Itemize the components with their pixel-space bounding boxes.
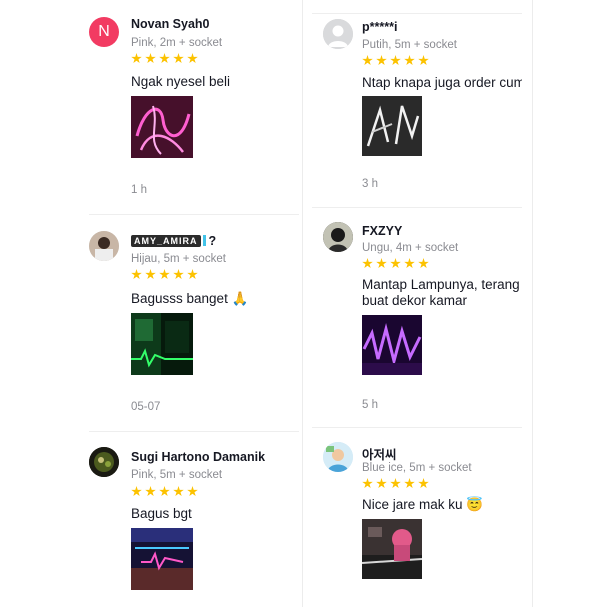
review-photo[interactable]	[362, 96, 422, 156]
star-icon	[187, 269, 198, 280]
variant-label: Blue ice, 5m + socket	[362, 462, 472, 474]
star-icon	[131, 53, 142, 64]
star-icon	[390, 258, 401, 269]
star-rating	[131, 486, 198, 497]
star-rating	[131, 53, 198, 64]
reviewer-name: AMY_AMIRA?	[131, 234, 216, 248]
reviewer-name: 아저씨	[362, 448, 397, 462]
variant-label: Pink, 2m + socket	[131, 37, 223, 49]
star-rating	[362, 55, 429, 66]
avatar[interactable]	[89, 231, 119, 261]
variant-label: Hijau, 5m + socket	[131, 253, 226, 265]
review-card: 아저씨 Blue ice, 5m + socket Nice jare mak …	[310, 429, 532, 607]
star-icon	[131, 486, 142, 497]
star-icon	[390, 478, 401, 489]
star-icon	[390, 55, 401, 66]
review-comment: Bagus bgt	[131, 506, 192, 521]
star-icon	[418, 258, 429, 269]
star-icon	[376, 478, 387, 489]
divider	[312, 427, 522, 428]
star-icon	[145, 269, 156, 280]
review-card: p*****i Putih, 5m + socket Ntap knapa ju…	[310, 14, 532, 208]
column-divider	[302, 0, 303, 607]
review-comment-line2: buat dekor kamar	[362, 293, 468, 308]
name-suffix: ?	[208, 234, 217, 248]
star-icon	[404, 55, 415, 66]
star-icon	[362, 55, 373, 66]
variant-label: Ungu, 4m + socket	[362, 242, 459, 254]
review-photo[interactable]	[362, 519, 422, 579]
review-photo[interactable]	[131, 313, 193, 375]
review-card: AMY_AMIRA? Hijau, 5m + socket Bagusss ba…	[0, 216, 300, 432]
star-icon	[173, 53, 184, 64]
star-icon	[187, 53, 198, 64]
review-photo[interactable]	[131, 528, 193, 590]
avatar[interactable]	[323, 222, 353, 252]
star-icon	[418, 478, 429, 489]
reviewer-name: FXZYY	[362, 224, 403, 238]
star-icon	[159, 53, 170, 64]
reviewer-name: Sugi Hartono Damanik	[131, 450, 266, 464]
review-time: 5 h	[362, 399, 378, 411]
review-comment: Nice jare mak ku 😇	[362, 497, 484, 512]
star-icon	[404, 258, 415, 269]
star-icon	[418, 55, 429, 66]
star-icon	[362, 478, 373, 489]
star-icon	[173, 486, 184, 497]
avatar[interactable]	[323, 19, 353, 49]
review-time: 3 h	[362, 178, 378, 190]
variant-label: Pink, 5m + socket	[131, 469, 223, 481]
avatar[interactable]	[323, 442, 353, 472]
review-comment: Ngak nyesel beli	[131, 74, 231, 89]
star-rating	[362, 258, 429, 269]
review-card: N Novan Syah0 Pink, 2m + socket Ngak nye…	[0, 0, 300, 215]
avatar[interactable]	[89, 447, 119, 477]
review-time: 05-07	[131, 401, 161, 413]
star-icon	[173, 269, 184, 280]
star-icon	[376, 55, 387, 66]
reviewer-name: p*****i	[362, 20, 398, 34]
variant-label: Putih, 5m + socket	[362, 39, 457, 51]
review-card: FXZYY Ungu, 4m + socket Mantap Lampunya,…	[310, 209, 532, 428]
avatar-letter: N	[98, 23, 110, 40]
star-rating	[131, 269, 198, 280]
reviewer-name: Novan Syah0	[131, 17, 210, 31]
review-time: 1 h	[131, 184, 147, 196]
review-comment-line1: Mantap Lampunya, terang	[362, 277, 520, 292]
star-icon	[187, 486, 198, 497]
star-icon	[362, 258, 373, 269]
star-icon	[145, 53, 156, 64]
review-comment: Ntap knapa juga order cum	[362, 75, 522, 90]
star-icon	[376, 258, 387, 269]
right-edge-line	[532, 0, 533, 607]
divider	[89, 431, 299, 432]
star-icon	[404, 478, 415, 489]
name-accent	[202, 235, 206, 246]
review-photo[interactable]	[131, 96, 193, 158]
divider	[312, 207, 522, 208]
star-icon	[159, 486, 170, 497]
star-rating	[362, 478, 429, 489]
star-icon	[145, 486, 156, 497]
divider	[89, 214, 299, 215]
review-card: Sugi Hartono Damanik Pink, 5m + socket B…	[0, 433, 300, 607]
review-photo[interactable]	[362, 315, 422, 375]
review-comment: Bagusss banget 🙏	[131, 291, 249, 306]
name-sticker: AMY_AMIRA	[131, 235, 201, 247]
avatar[interactable]: N	[89, 17, 119, 47]
star-icon	[159, 269, 170, 280]
star-icon	[131, 269, 142, 280]
